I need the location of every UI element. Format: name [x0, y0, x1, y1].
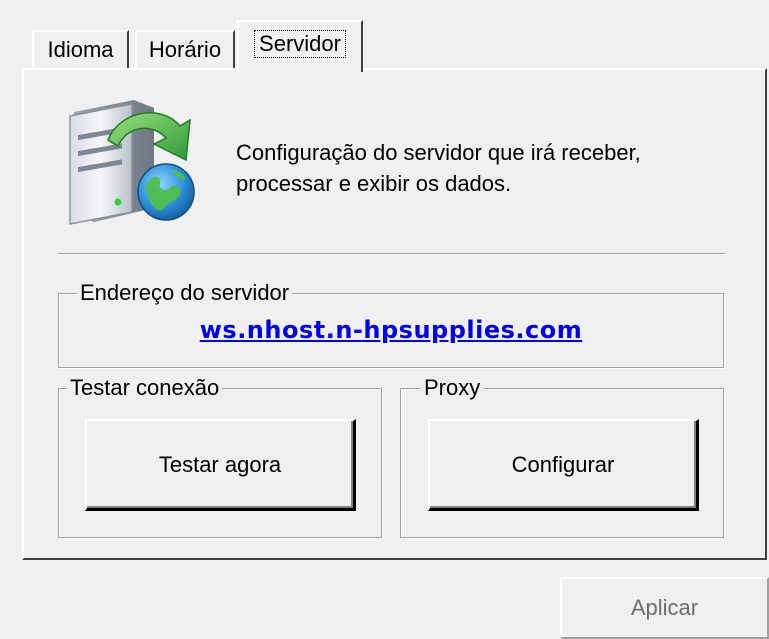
test-now-button[interactable]: Testar agora [85, 419, 356, 511]
separator-line [58, 253, 725, 255]
description-line-2: processar e exibir os dados. [236, 171, 512, 196]
configure-proxy-button[interactable]: Configurar [428, 419, 699, 511]
configure-proxy-button-label: Configurar [511, 451, 615, 477]
tab-idioma[interactable]: Idioma [32, 30, 129, 68]
tab-horario[interactable]: Horário [135, 30, 235, 68]
server-address-group: Endereço do servidor ws.nhost.n-hpsuppli… [58, 280, 724, 368]
server-config-description: Configuração do servidor que irá receber… [236, 137, 696, 199]
server-address-legend: Endereço do servidor [77, 280, 293, 306]
test-now-button-label: Testar agora [158, 451, 282, 477]
test-connection-legend: Testar conexão [67, 375, 223, 401]
description-line-1: Configuração do servidor que irá receber… [236, 140, 641, 165]
tab-servidor-label: Servidor [254, 30, 346, 58]
server-address-link[interactable]: ws.nhost.n-hpsupplies.com [59, 316, 723, 344]
apply-button-label: Aplicar [630, 595, 699, 620]
tab-horario-label: Horário [148, 37, 222, 62]
proxy-legend: Proxy [421, 375, 484, 401]
apply-button[interactable]: Aplicar [560, 577, 769, 639]
tab-servidor[interactable]: Servidor [237, 20, 363, 72]
server-download-globe-icon [62, 90, 202, 230]
tab-idioma-label: Idioma [47, 37, 114, 62]
